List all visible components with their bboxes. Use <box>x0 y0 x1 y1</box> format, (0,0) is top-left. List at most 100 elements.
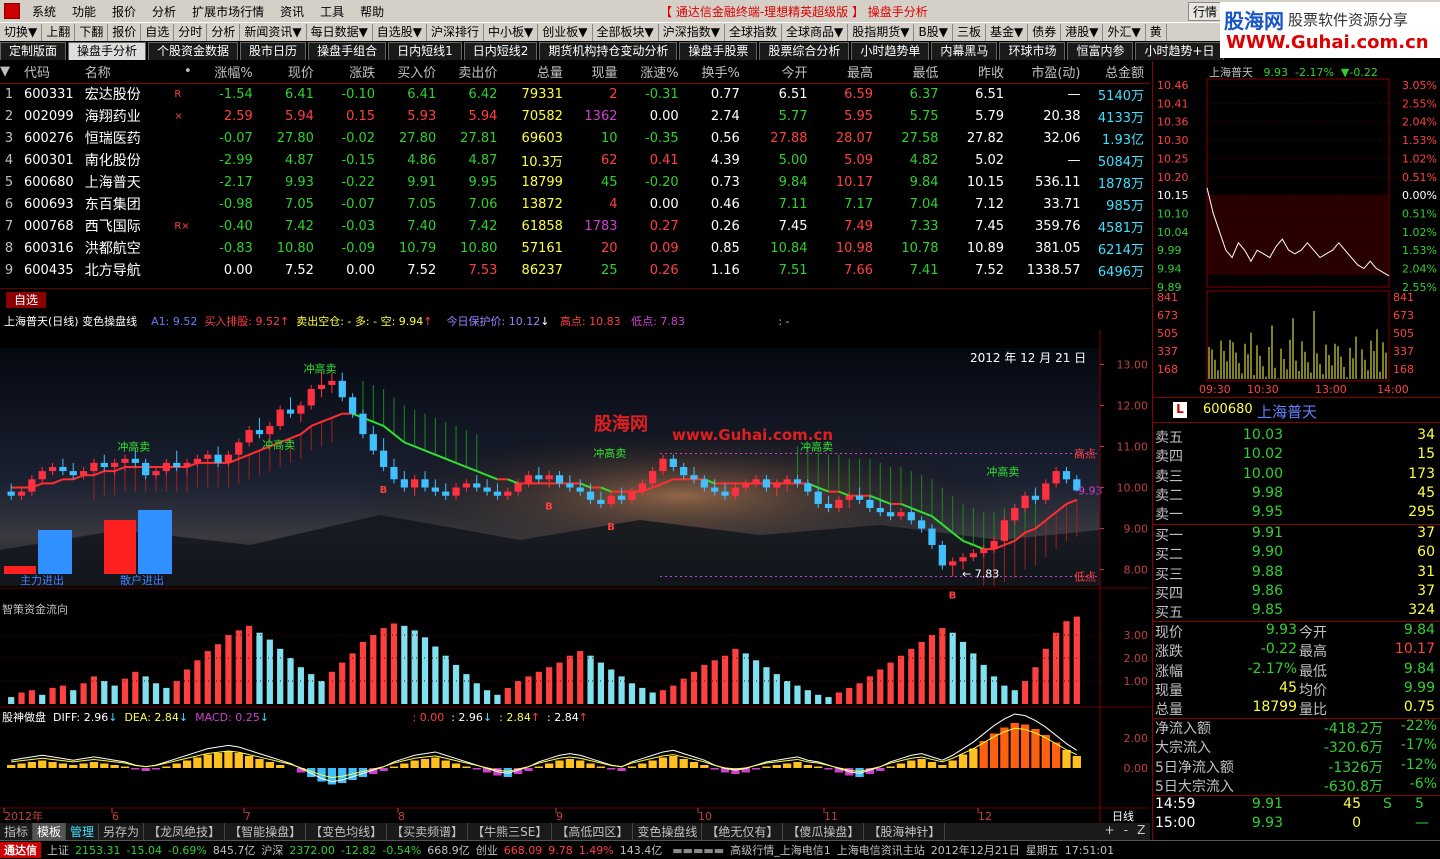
menu-item[interactable]: 扩展市场行情 <box>184 3 272 20</box>
indicator-tab[interactable]: 【牛熊三SE】 <box>468 823 553 840</box>
column-header[interactable]: 买入价 <box>381 61 442 83</box>
zoom-in-icon[interactable]: + <box>1105 823 1115 840</box>
toolbar-button[interactable]: 全球商品▼ <box>782 23 849 41</box>
column-header[interactable]: 换手% <box>685 61 746 83</box>
menu-item[interactable]: 帮助 <box>352 3 392 20</box>
layout-tab[interactable]: 个股资金数据 <box>148 42 239 60</box>
ask-row[interactable]: 卖四 10.02 15 <box>1153 446 1440 465</box>
news-server[interactable]: 上海电信资讯主站 <box>837 842 925 858</box>
menu-item[interactable]: 资讯 <box>272 3 312 20</box>
server-info[interactable]: 高级行情_上海电信1 <box>730 842 831 858</box>
indicator-tab[interactable]: 【股海神针】 <box>864 823 946 840</box>
indicator-tab[interactable]: 【傻瓜操盘】 <box>783 823 865 840</box>
toolbar-button[interactable]: 黄 <box>1146 23 1167 41</box>
column-header[interactable]: 市盈(动) <box>1010 61 1086 83</box>
table-row[interactable]: 8 600316 洪都航空 -0.83 10.80 -0.09 10.79 10.80 5716… <box>0 237 1150 259</box>
menu-item[interactable]: 工具 <box>312 3 352 20</box>
column-header[interactable]: ▼ <box>0 61 24 83</box>
main-chart[interactable]: 高点低点← 7.839.932012 年 12 月 21 日股海网 www.Guh… <box>0 330 1150 825</box>
column-header[interactable]: 现价 <box>259 61 320 83</box>
ask-row[interactable]: 卖一 9.95 295 <box>1153 504 1440 523</box>
indicator-tab[interactable]: 【高低四区】 <box>552 823 634 840</box>
toolbar-button[interactable]: 自选股▼ <box>373 23 428 41</box>
column-header[interactable]: • <box>174 61 197 83</box>
column-header[interactable]: 涨幅% <box>198 61 259 83</box>
column-header[interactable]: 最高 <box>814 61 880 83</box>
toolbar-button[interactable]: 全部板块▼ <box>593 23 659 41</box>
layout-tab[interactable]: 操盘手组合 <box>308 42 387 60</box>
zoom-out-icon[interactable]: - <box>1124 823 1128 840</box>
layout-tab[interactable]: 小时趋势单 <box>851 42 930 60</box>
bid-row[interactable]: 买二 9.90 60 <box>1153 544 1440 563</box>
column-header[interactable]: 今开 <box>746 61 814 83</box>
ask-row[interactable]: 卖三 10.00 173 <box>1153 466 1440 485</box>
layout-tab[interactable]: 日内短线1 <box>388 42 462 60</box>
table-row[interactable]: 9 600435 北方导航 0.00 7.52 0.00 7.52 7.53 86237 25 0.… <box>0 259 1150 281</box>
toolbar-button[interactable]: 每日数据▼ <box>307 23 373 41</box>
indicator-tab[interactable]: 【绝无仅有】 <box>702 823 784 840</box>
indicator-tab[interactable]: 【龙凤绝技】 <box>144 823 226 840</box>
table-row[interactable]: 4 600301 南化股份 -2.99 4.87 -0.15 4.86 4.87 10.3万 62… <box>0 149 1150 171</box>
toolbar-button[interactable]: 三板 <box>953 23 986 41</box>
column-header[interactable]: 名称 <box>85 61 175 83</box>
ask-row[interactable]: 卖五 10.03 34 <box>1153 427 1440 446</box>
column-header[interactable]: 总金额 <box>1087 61 1151 83</box>
toolbar-button[interactable]: 外汇▼ <box>1103 23 1146 41</box>
bid-row[interactable]: 买一 9.91 37 <box>1153 525 1440 544</box>
column-header[interactable]: 昨收 <box>945 61 1011 83</box>
layout-tab[interactable]: 操盘手分析 <box>68 42 147 60</box>
toolbar-button[interactable]: 新闻资讯▼ <box>240 23 307 41</box>
toolbar-button[interactable]: 沪深指数▼ <box>659 23 725 41</box>
layout-tab[interactable]: 操盘手股票 <box>679 42 758 60</box>
layout-tab[interactable]: 环球市场 <box>999 42 1066 60</box>
indicator-tab[interactable]: 管理 <box>66 823 100 840</box>
indicator-tab[interactable]: 变色操盘线 <box>633 823 703 840</box>
column-header[interactable]: 代码 <box>24 61 85 83</box>
toolbar-button[interactable]: 港股▼ <box>1061 23 1104 41</box>
bid-row[interactable]: 买四 9.86 37 <box>1153 583 1440 602</box>
indicator-tab[interactable]: 指标 <box>0 823 34 840</box>
toolbar-button[interactable]: 报价 <box>108 23 142 41</box>
layout-tab[interactable]: 股票综合分析 <box>759 42 850 60</box>
indicator-tab[interactable]: 【买卖频谱】 <box>387 823 469 840</box>
ask-row[interactable]: 卖二 9.98 45 <box>1153 485 1440 504</box>
table-row[interactable]: 3 600276 恒瑞医药 -0.07 27.80 -0.02 27.80 27.81 6960… <box>0 127 1150 149</box>
toolbar-button[interactable]: 分时 <box>174 23 208 41</box>
layout-tab[interactable]: 恒富内参 <box>1067 42 1134 60</box>
toolbar-button[interactable]: 基金▼ <box>986 23 1029 41</box>
indicator-tab[interactable]: 【智能操盘】 <box>225 823 307 840</box>
layout-tab[interactable]: 日内短线2 <box>463 42 538 60</box>
watchlist-tab[interactable]: 自选 <box>6 292 46 308</box>
fit-icon[interactable]: Z <box>1137 823 1145 840</box>
column-header[interactable]: 卖出价 <box>442 61 503 83</box>
column-header[interactable]: 总量 <box>503 61 569 83</box>
toolbar-button[interactable]: 自选 <box>141 23 175 41</box>
layout-tab[interactable]: 内幕黑马 <box>931 42 998 60</box>
toolbar-button[interactable]: 股指期货▼ <box>848 23 915 41</box>
table-row[interactable]: 7 000768 西飞国际 R× -0.40 7.42 -0.03 7.40 7.42 61858… <box>0 215 1150 237</box>
menu-item[interactable]: 分析 <box>144 3 184 20</box>
toolbar-button[interactable]: B股▼ <box>914 23 953 41</box>
indicator-tab[interactable]: 【变色均线】 <box>306 823 388 840</box>
indicator-tab[interactable]: 模板 <box>33 823 67 840</box>
table-row[interactable]: 2 002099 海翔药业 × 2.59 5.94 0.15 5.93 5.94 70582 136… <box>0 105 1150 127</box>
toolbar-button[interactable]: 创业板▼ <box>538 23 593 41</box>
toolbar-button[interactable]: 中小板▼ <box>484 23 539 41</box>
toolbar-button[interactable]: 上翻 <box>42 23 76 41</box>
column-header[interactable]: 涨跌 <box>320 61 381 83</box>
layout-tab[interactable]: 股市日历 <box>240 42 307 60</box>
indicator-tab[interactable]: 另存为 <box>99 823 145 840</box>
intraday-chart[interactable]: 10.46 3.05% 10.41 2.55% 10.36 2.04% 10.30 1.53%… <box>1153 75 1440 395</box>
menu-item[interactable]: 报价 <box>104 3 144 20</box>
toolbar-button[interactable]: 全球指数 <box>725 23 782 41</box>
toolbar-button[interactable]: 分析 <box>207 23 241 41</box>
layout-tab[interactable]: 小时趋势+日 <box>1135 42 1224 60</box>
column-header[interactable]: 最低 <box>879 61 945 83</box>
table-row[interactable]: 5 600680 上海普天 -2.17 9.93 -0.22 9.91 9.95 18799 45… <box>0 171 1150 193</box>
bid-row[interactable]: 买五 9.85 324 <box>1153 602 1440 621</box>
layout-tab[interactable]: 定制版面 <box>0 42 67 60</box>
toolbar-button[interactable]: 债券 <box>1028 23 1062 41</box>
column-header[interactable]: 涨速% <box>624 61 685 83</box>
period-label[interactable]: 日线 <box>1112 809 1134 823</box>
layout-tab[interactable]: 期货机构持仓变动分析 <box>539 42 678 60</box>
